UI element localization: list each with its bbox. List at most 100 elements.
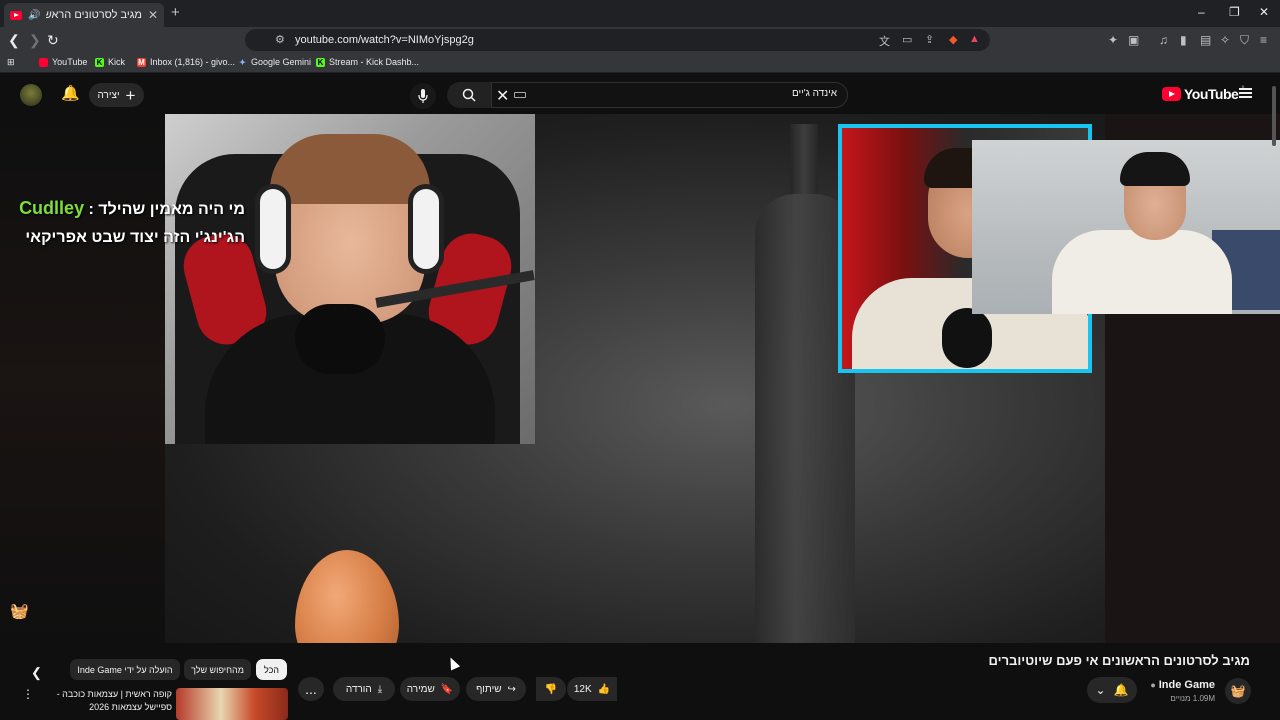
tab-title: מגיב לסרטונים הראשונים אי פעם bbox=[46, 9, 142, 21]
channel-avatar[interactable]: 🧺 bbox=[1225, 678, 1251, 704]
bookmark-kick[interactable]: K Kick bbox=[95, 57, 125, 67]
subscribed-button[interactable]: ⌄ 🔔 bbox=[1087, 677, 1137, 703]
share-label: שיתוף bbox=[476, 683, 502, 695]
caption-line-1: מי היה מאמין שהילד : Cudlley bbox=[19, 198, 245, 218]
create-button[interactable]: יצירה + bbox=[89, 83, 144, 107]
search-button[interactable] bbox=[447, 82, 491, 108]
channel-name-text: Inde Game bbox=[1158, 679, 1215, 691]
shirt bbox=[1052, 230, 1232, 314]
share-page-icon[interactable]: ⇪ bbox=[925, 33, 934, 46]
chip-uploaded-by[interactable]: הועלה על ידי Inde Game bbox=[70, 659, 180, 680]
microphone bbox=[295, 304, 385, 374]
media-icon[interactable]: ♫ bbox=[1159, 33, 1168, 47]
youtube-wordmark: YouTube bbox=[1184, 86, 1239, 102]
embedded-video-webcam bbox=[165, 114, 535, 444]
new-tab-button[interactable]: + bbox=[171, 4, 180, 21]
headphones bbox=[255, 184, 291, 274]
restore-button[interactable]: ❐ bbox=[1229, 5, 1240, 19]
dislike-button[interactable]: 👎 bbox=[536, 677, 566, 701]
notifications-bell-icon[interactable]: 🔔 bbox=[61, 84, 80, 102]
caption-line-2: הג'ינג'י הזה יצוד שבט אפריקאי bbox=[25, 229, 245, 246]
gemini-icon: ✦ bbox=[239, 57, 246, 67]
channel-name[interactable]: ● Inde Game bbox=[1150, 679, 1215, 691]
kick-icon: K bbox=[95, 57, 104, 67]
sidebar-icon[interactable]: ▮ bbox=[1180, 33, 1187, 47]
chip-all[interactable]: הכל bbox=[256, 659, 287, 680]
chevron-left-icon[interactable]: ❮ bbox=[31, 665, 42, 681]
wallet-icon[interactable]: ▤ bbox=[1200, 33, 1211, 47]
screenshot-icon[interactable]: ▣ bbox=[1128, 33, 1139, 47]
basket-icon: 🧺 bbox=[1230, 684, 1246, 698]
bookmark-label: Stream - Kick Dashb... bbox=[329, 57, 420, 67]
hair bbox=[270, 134, 430, 204]
close-window-button[interactable]: ✕ bbox=[1259, 5, 1269, 19]
site-info-icon[interactable]: ⚙ bbox=[275, 33, 285, 46]
bookmark-gmail[interactable]: M Inbox (1,816) - givo... bbox=[137, 57, 235, 67]
guide-menu-icon[interactable] bbox=[1239, 88, 1252, 98]
back-button[interactable]: ❮ bbox=[8, 32, 20, 49]
watch-metadata: מגיב לסרטונים הראשונים אי פעם שיוטיוברים… bbox=[0, 643, 1280, 720]
vpn-icon[interactable]: ⛉ bbox=[1240, 33, 1249, 48]
apps-grid-icon[interactable]: ⊞ bbox=[7, 57, 15, 68]
thumbs-down-icon: 👎 bbox=[544, 683, 558, 695]
minimize-button[interactable]: – bbox=[1198, 5, 1205, 19]
save-button[interactable]: שמירה 🔖 bbox=[400, 677, 460, 701]
cast-icon[interactable]: ▭ bbox=[902, 33, 912, 46]
bookmark-youtube[interactable]: YouTube bbox=[39, 57, 87, 67]
bookmark-gemini[interactable]: ✦ Google Gemini bbox=[238, 57, 311, 67]
browser-tab-bar: 🔊 מגיב לסרטונים הראשונים אי פעם ✕ + – ❐ … bbox=[0, 0, 1280, 27]
tab-close-icon[interactable]: ✕ bbox=[148, 8, 158, 22]
brave-shield-icon[interactable]: ◆ bbox=[949, 33, 957, 46]
voice-search-button[interactable] bbox=[410, 83, 436, 109]
search-input[interactable] bbox=[557, 88, 837, 99]
speaker-icon[interactable]: 🔊 bbox=[28, 10, 40, 21]
address-bar[interactable]: ⚙ youtube.com/watch?v=NIMoYjspg2g 文 ▭ ⇪ … bbox=[245, 29, 990, 51]
channel-row: ⌄ 🔔 ● Inde Game 1.09M מנויים 🧺 bbox=[1085, 675, 1255, 705]
share-button[interactable]: שיתוף ↪ bbox=[466, 677, 526, 701]
recommendation-title[interactable]: קופה ראשית | עצמאות כוכבה - ספיישל עצמאו… bbox=[40, 688, 172, 714]
bookmark-label: Inbox (1,816) - givo... bbox=[150, 57, 236, 67]
video-player[interactable]: מי היה מאמין שהילד : Cudlley הג'ינג'י הז… bbox=[0, 114, 1280, 643]
forward-button[interactable]: ❯ bbox=[29, 32, 41, 49]
keyboard-icon[interactable] bbox=[514, 92, 526, 98]
browser-tab[interactable]: 🔊 מגיב לסרטונים הראשונים אי פעם ✕ bbox=[4, 3, 164, 27]
recommendation-thumbnail[interactable] bbox=[176, 688, 288, 720]
more-actions-button[interactable]: ... bbox=[298, 677, 324, 701]
bookmark-label: Google Gemini bbox=[251, 57, 312, 67]
translate-icon[interactable]: 文 bbox=[879, 33, 890, 49]
microphone-icon bbox=[418, 89, 428, 103]
caption-text: מי היה מאמין שהילד bbox=[98, 201, 245, 218]
account-avatar[interactable] bbox=[20, 84, 42, 106]
bookmark-icon: 🔖 bbox=[440, 683, 454, 695]
extensions-icon[interactable]: ✦ bbox=[1108, 33, 1118, 47]
search-box[interactable]: ✕ bbox=[491, 82, 848, 108]
thumbs-up-icon: 👍 bbox=[597, 683, 611, 695]
headphones bbox=[408, 184, 444, 274]
clear-search-icon[interactable]: ✕ bbox=[496, 86, 509, 106]
microphone bbox=[942, 308, 992, 368]
page-scrollbar[interactable] bbox=[1272, 86, 1276, 146]
recommendation-menu-icon[interactable]: ⋮ bbox=[22, 687, 34, 701]
create-label: יצירה bbox=[97, 89, 120, 101]
bookmark-kick-dashboard[interactable]: K Stream - Kick Dashb... bbox=[316, 57, 419, 67]
reload-button[interactable]: ↻ bbox=[47, 32, 59, 49]
video-caption-overlay: מי היה מאמין שהילד : Cudlley הג'ינג'י הז… bbox=[5, 194, 245, 252]
download-button[interactable]: הורדה ⤓ bbox=[333, 677, 395, 701]
chip-from-search[interactable]: מהחיפוש שלך bbox=[184, 659, 251, 680]
shopping-basket-icon[interactable]: 🧺 bbox=[10, 602, 29, 620]
brave-rewards-icon[interactable]: ▲ bbox=[969, 33, 980, 45]
verified-icon: ● bbox=[1150, 680, 1156, 690]
kick-icon: K bbox=[316, 57, 325, 67]
like-button[interactable]: 12K 👍 bbox=[567, 677, 617, 701]
share-arrow-icon: ↪ bbox=[507, 683, 516, 695]
like-count: 12K bbox=[573, 683, 592, 695]
bookmark-label: YouTube bbox=[52, 57, 88, 67]
youtube-favicon-icon bbox=[10, 10, 22, 20]
youtube-logo[interactable]: YouTube IL bbox=[1162, 86, 1246, 102]
chevron-down-icon: ⌄ bbox=[1095, 683, 1106, 697]
youtube-masthead: 🔔 יצירה + ✕ YouTube IL bbox=[0, 77, 1280, 114]
leo-ai-icon[interactable]: ✧ bbox=[1220, 33, 1230, 47]
plus-icon: + bbox=[125, 85, 136, 105]
browser-menu-icon[interactable]: ≡ bbox=[1260, 33, 1267, 47]
second-webcam bbox=[972, 140, 1280, 314]
